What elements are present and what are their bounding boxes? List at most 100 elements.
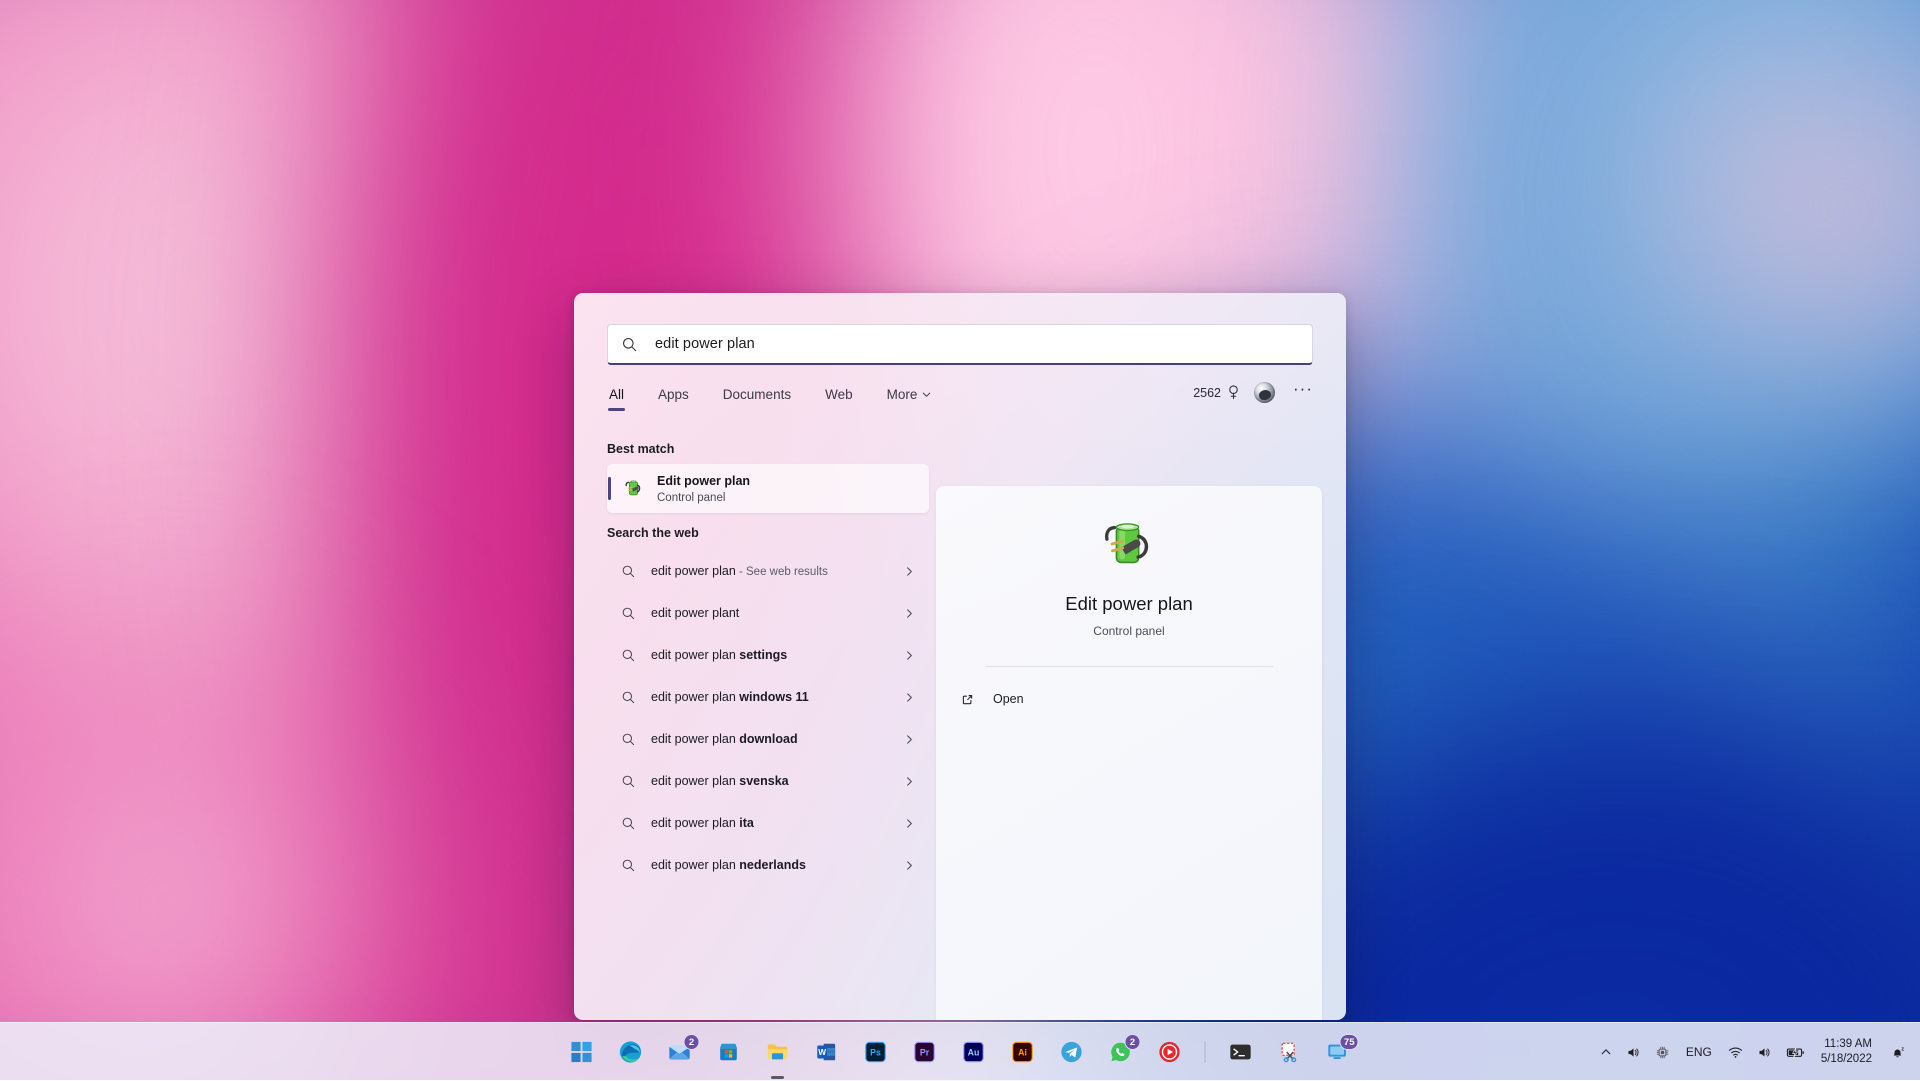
clock-time: 11:39 AM — [1824, 1037, 1872, 1052]
list-item[interactable]: edit power plan nederlands — [607, 844, 929, 886]
svg-text:Au: Au — [968, 1048, 980, 1058]
running-indicator — [771, 1076, 784, 1079]
battery-button[interactable] — [1779, 1033, 1812, 1071]
tray-hardware-button[interactable] — [1648, 1033, 1677, 1071]
start-icon — [571, 1041, 593, 1063]
best-match-text: Edit power plan Control panel — [657, 472, 750, 506]
tab-more[interactable]: More — [885, 381, 934, 402]
tab-web[interactable]: Web — [823, 381, 855, 402]
list-item[interactable]: edit power plan windows 11 — [607, 676, 929, 718]
avatar[interactable] — [1254, 382, 1275, 403]
taskbar-item-media-player[interactable] — [1151, 1033, 1189, 1071]
rewards-points[interactable]: 2562 — [1193, 381, 1241, 400]
tab-all[interactable]: All — [607, 381, 626, 402]
list-item-label: edit power plan windows 11 — [651, 690, 809, 704]
illustrator-icon: Ai — [1011, 1040, 1035, 1064]
clock[interactable]: 11:39 AM 5/18/2022 — [1812, 1037, 1883, 1067]
taskbar-item-microsoft-store[interactable] — [710, 1033, 748, 1071]
list-item-label: edit power plan nederlands — [651, 858, 806, 872]
speaker-icon — [1626, 1045, 1641, 1060]
taskbar-item-remote-desktop[interactable]: 75 — [1320, 1033, 1358, 1071]
premiere-pro-icon: Pr — [913, 1040, 937, 1064]
taskbar-apps: 2 W — [563, 1023, 1358, 1081]
list-item[interactable]: edit power plan svenska — [607, 760, 929, 802]
preview-pane: Edit power plan Control panel Open — [936, 486, 1322, 1020]
rewards-medal-icon — [1226, 385, 1241, 400]
taskbar: 2 W — [0, 1022, 1920, 1080]
ellipsis-icon[interactable]: ··· — [1293, 381, 1313, 394]
list-item[interactable]: edit power plant — [607, 592, 929, 634]
search-icon — [621, 336, 638, 353]
best-match-heading: Best match — [607, 442, 942, 456]
chevron-right-icon — [904, 566, 915, 577]
search-icon — [621, 732, 636, 747]
list-item[interactable]: edit power plan settings — [607, 634, 929, 676]
list-item-label: edit power plan svenska — [651, 774, 789, 788]
list-item[interactable]: edit power plan - See web results — [607, 550, 929, 592]
terminal-icon — [1229, 1040, 1253, 1064]
volume-button[interactable] — [1750, 1033, 1779, 1071]
chevron-right-icon — [904, 608, 915, 619]
search-input[interactable]: edit power plan — [607, 324, 1313, 365]
taskbar-item-mail[interactable]: 2 — [661, 1033, 699, 1071]
badge-count: 75 — [1340, 1034, 1359, 1050]
tab-all-label: All — [609, 387, 624, 402]
edge-icon — [619, 1040, 643, 1064]
taskbar-item-telegram[interactable] — [1053, 1033, 1091, 1071]
taskbar-item-audition[interactable]: Au — [955, 1033, 993, 1071]
wifi-icon — [1728, 1045, 1743, 1060]
chevron-right-icon — [904, 818, 915, 829]
taskbar-item-whatsapp[interactable]: 2 — [1102, 1033, 1140, 1071]
selection-indicator — [608, 477, 611, 500]
search-icon — [621, 858, 636, 873]
telegram-icon — [1060, 1040, 1084, 1064]
photoshop-icon: Ps — [864, 1040, 888, 1064]
list-item[interactable]: edit power plan ita — [607, 802, 929, 844]
power-plan-battery-icon — [623, 477, 646, 500]
list-item-label: edit power plan download — [651, 732, 798, 746]
open-external-icon — [960, 692, 975, 707]
taskbar-divider — [1205, 1041, 1206, 1063]
taskbar-item-snipping-tool[interactable] — [1271, 1033, 1309, 1071]
taskbar-item-edge[interactable] — [612, 1033, 650, 1071]
list-item[interactable]: edit power plan download — [607, 718, 929, 760]
notification-center-button[interactable]: z — [1883, 1033, 1912, 1071]
battery-charging-icon — [1786, 1045, 1805, 1060]
tab-apps[interactable]: Apps — [656, 381, 691, 402]
svg-text:z: z — [1901, 1046, 1904, 1052]
taskbar-item-premiere-pro[interactable]: Pr — [906, 1033, 944, 1071]
tab-documents-label: Documents — [723, 387, 791, 402]
wallpaper-blob-rose — [0, 594, 461, 1080]
tab-documents[interactable]: Documents — [721, 381, 793, 402]
taskbar-item-word[interactable]: W — [808, 1033, 846, 1071]
search-results-column: Best match Edit power plan Control panel — [574, 429, 942, 1020]
media-player-icon — [1158, 1040, 1182, 1064]
best-match-title: Edit power plan — [657, 474, 750, 488]
chevron-right-icon — [904, 860, 915, 871]
network-button[interactable] — [1721, 1033, 1750, 1071]
tab-apps-label: Apps — [658, 387, 689, 402]
search-filter-tabs: All Apps Documents Web More 2562 — [607, 381, 1313, 421]
notification-bell-focus-icon: z — [1890, 1045, 1905, 1060]
taskbar-item-start[interactable] — [563, 1033, 601, 1071]
windows-search-panel: edit power plan All Apps Documents Web M… — [574, 293, 1346, 1020]
language-indicator[interactable]: ENG — [1677, 1033, 1721, 1071]
taskbar-item-file-explorer[interactable] — [759, 1033, 797, 1071]
taskbar-item-photoshop[interactable]: Ps — [857, 1033, 895, 1071]
web-suggestions-list: edit power plan - See web results edit p… — [607, 550, 942, 886]
open-action-button[interactable]: Open — [960, 684, 1322, 714]
badge-count: 2 — [1125, 1034, 1141, 1050]
svg-text:Pr: Pr — [920, 1048, 930, 1058]
preview-divider — [985, 666, 1273, 667]
tray-sound-button[interactable] — [1619, 1033, 1648, 1071]
chevron-right-icon — [904, 734, 915, 745]
audition-icon: Au — [962, 1040, 986, 1064]
chevron-down-icon — [922, 390, 931, 399]
taskbar-item-illustrator[interactable]: Ai — [1004, 1033, 1042, 1071]
best-match-result[interactable]: Edit power plan Control panel — [607, 464, 929, 513]
rewards-points-value: 2562 — [1193, 386, 1221, 400]
show-hidden-icons-button[interactable] — [1593, 1033, 1619, 1071]
search-icon — [621, 774, 636, 789]
taskbar-item-terminal[interactable] — [1222, 1033, 1260, 1071]
list-item-label: edit power plan ita — [651, 816, 754, 830]
